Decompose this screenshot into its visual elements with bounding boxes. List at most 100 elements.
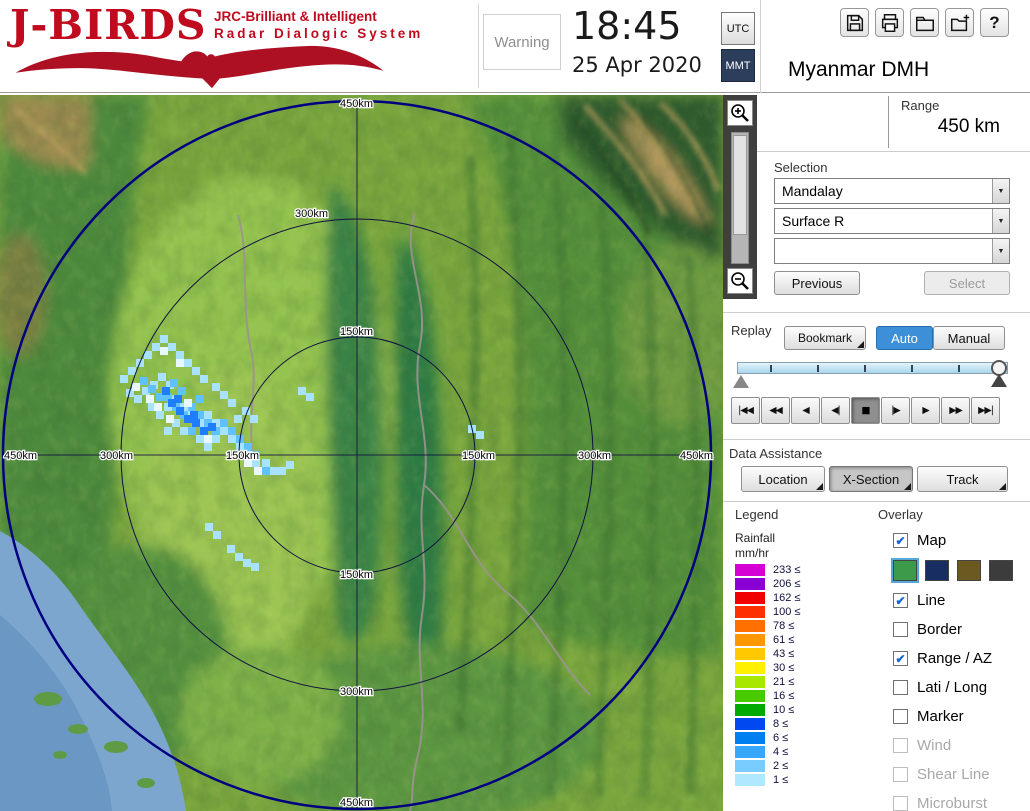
ring-label: 150km xyxy=(340,326,373,338)
warning-label: Warning xyxy=(494,33,550,51)
previous-button[interactable]: Previous xyxy=(774,271,860,295)
checkbox[interactable]: ✔ xyxy=(893,593,908,608)
legend-value: 1 ≤ xyxy=(773,774,789,786)
fast-rewind-button[interactable]: ◀◀ xyxy=(761,397,790,424)
overlay-item-microburst[interactable]: Microburst xyxy=(893,789,1030,811)
timeline-start-marker[interactable] xyxy=(733,375,749,388)
overlay-item-line[interactable]: ✔ Line xyxy=(893,586,1030,615)
overlay-item-label: Range / AZ xyxy=(917,650,993,667)
location-button[interactable]: Location xyxy=(741,466,825,492)
overlay-options: ✔ Map ✔ Line Border ✔ Range / AZ Lati / Long Mar… xyxy=(891,526,1030,811)
legend-color-chip xyxy=(735,760,765,772)
step-back-button[interactable]: ◀| xyxy=(821,397,850,424)
print-button[interactable] xyxy=(875,8,904,37)
extra-dropdown[interactable]: ▼ xyxy=(774,238,1010,264)
overlay-item-lati-long[interactable]: Lati / Long xyxy=(893,673,1030,702)
auto-mode-button[interactable]: Auto xyxy=(876,326,933,350)
radar-map[interactable]: 450km 300km 150km 450km 300km 150km 150k… xyxy=(0,95,740,811)
ring-label: 150km xyxy=(340,569,373,581)
bookmark-button[interactable]: Bookmark xyxy=(784,326,866,350)
checkbox[interactable] xyxy=(893,709,908,724)
timeline-tick xyxy=(770,365,772,372)
track-button[interactable]: Track xyxy=(917,466,1008,492)
map-style-dark-gray[interactable] xyxy=(989,560,1013,581)
overlay-item-map[interactable]: ✔ Map xyxy=(893,526,1030,555)
timeline-tick xyxy=(958,365,960,372)
legend-color-chip xyxy=(735,662,765,674)
legend-label: Legend xyxy=(735,507,779,522)
help-button[interactable]: ? xyxy=(980,8,1009,37)
chevron-down-icon[interactable]: ▼ xyxy=(992,209,1009,233)
overlay-item-label: Marker xyxy=(917,708,964,725)
map-style-dark-blue[interactable] xyxy=(925,560,949,581)
x-section-button[interactable]: X-Section xyxy=(829,466,913,492)
checkbox[interactable] xyxy=(893,622,908,637)
folder-plus-icon xyxy=(950,14,969,31)
export-button[interactable] xyxy=(945,8,974,37)
step-forward-button[interactable]: |▶ xyxy=(881,397,910,424)
legend-color-chip xyxy=(735,606,765,618)
checkbox[interactable] xyxy=(893,796,908,811)
zoom-slider[interactable] xyxy=(731,132,749,264)
legend-color-chip xyxy=(735,690,765,702)
checkbox[interactable] xyxy=(893,767,908,782)
checkbox[interactable] xyxy=(893,680,908,695)
checkbox[interactable]: ✔ xyxy=(893,651,908,666)
eagle-logo-icon xyxy=(15,45,384,89)
header-divider xyxy=(478,4,479,88)
legend-value: 21 ≤ xyxy=(773,676,795,688)
checkbox[interactable]: ✔ xyxy=(893,533,908,548)
chevron-down-icon[interactable]: ▼ xyxy=(992,239,1009,263)
skip-first-button[interactable]: |◀◀ xyxy=(731,397,760,424)
legend-entry: 206 ≤ xyxy=(735,577,800,591)
legend-title-2: mm/hr xyxy=(735,546,769,560)
product-dropdown[interactable]: Surface R ▼ xyxy=(774,208,1010,234)
legend-color-chip xyxy=(735,676,765,688)
ring-label: 300km xyxy=(578,450,611,462)
legend-value: 233 ≤ xyxy=(773,564,801,576)
open-folder-button[interactable] xyxy=(910,8,939,37)
zoom-slider-thumb[interactable] xyxy=(733,135,747,235)
header-bar: J-BIRDS JRC-Brilliant & Intelligent Rada… xyxy=(0,0,1030,93)
timeline-slider[interactable] xyxy=(737,362,1008,374)
zoom-out-button[interactable] xyxy=(727,268,753,294)
play-button[interactable]: ▶ xyxy=(911,397,940,424)
ring-label: 300km xyxy=(100,450,133,462)
separator xyxy=(723,501,1030,502)
skip-last-button[interactable]: ▶▶| xyxy=(971,397,1000,424)
map-style-olive[interactable] xyxy=(957,560,981,581)
legend-color-chip xyxy=(735,746,765,758)
legend-color-chip xyxy=(735,620,765,632)
select-button[interactable]: Select xyxy=(924,271,1010,295)
checkbox[interactable] xyxy=(893,738,908,753)
overlay-item-label: Wind xyxy=(917,737,952,754)
overlay-item-range-az[interactable]: ✔ Range / AZ xyxy=(893,644,1030,673)
playback-controls: |◀◀ ◀◀ ◀ ◀| ■ |▶ ▶ ▶▶ ▶▶| xyxy=(731,397,1001,424)
map-style-swatches xyxy=(891,555,1030,586)
zoom-in-button[interactable] xyxy=(727,100,753,126)
manual-mode-button[interactable]: Manual xyxy=(933,326,1005,350)
overlay-item-border[interactable]: Border xyxy=(893,615,1030,644)
site-dropdown[interactable]: Mandalay ▼ xyxy=(774,178,1010,204)
station-title: Myanmar DMH xyxy=(788,58,930,81)
legend-entry: 21 ≤ xyxy=(735,675,800,689)
overlay-item-marker[interactable]: Marker xyxy=(893,702,1030,731)
play-reverse-button[interactable]: ◀ xyxy=(791,397,820,424)
legend-value: 16 ≤ xyxy=(773,690,795,702)
legend-color-chip xyxy=(735,564,765,576)
overlay-item-wind[interactable]: Wind xyxy=(893,731,1030,760)
overlay-item-shear-line[interactable]: Shear Line xyxy=(893,760,1030,789)
map-style-terrain-green[interactable] xyxy=(891,558,919,583)
legend-entry: 30 ≤ xyxy=(735,661,800,675)
overlay-item-label: Map xyxy=(917,532,947,549)
save-button[interactable] xyxy=(840,8,869,37)
ring-label: 450km xyxy=(340,98,373,110)
chevron-down-icon[interactable]: ▼ xyxy=(992,179,1009,203)
utc-toggle-button[interactable]: UTC xyxy=(721,12,755,45)
ring-label: 450km xyxy=(4,450,37,462)
legend-value: 100 ≤ xyxy=(773,606,801,618)
fast-forward-button[interactable]: ▶▶ xyxy=(941,397,970,424)
timeline-end-marker[interactable] xyxy=(991,374,1007,387)
stop-button[interactable]: ■ xyxy=(851,397,880,424)
mmt-toggle-button[interactable]: MMT xyxy=(721,49,755,82)
